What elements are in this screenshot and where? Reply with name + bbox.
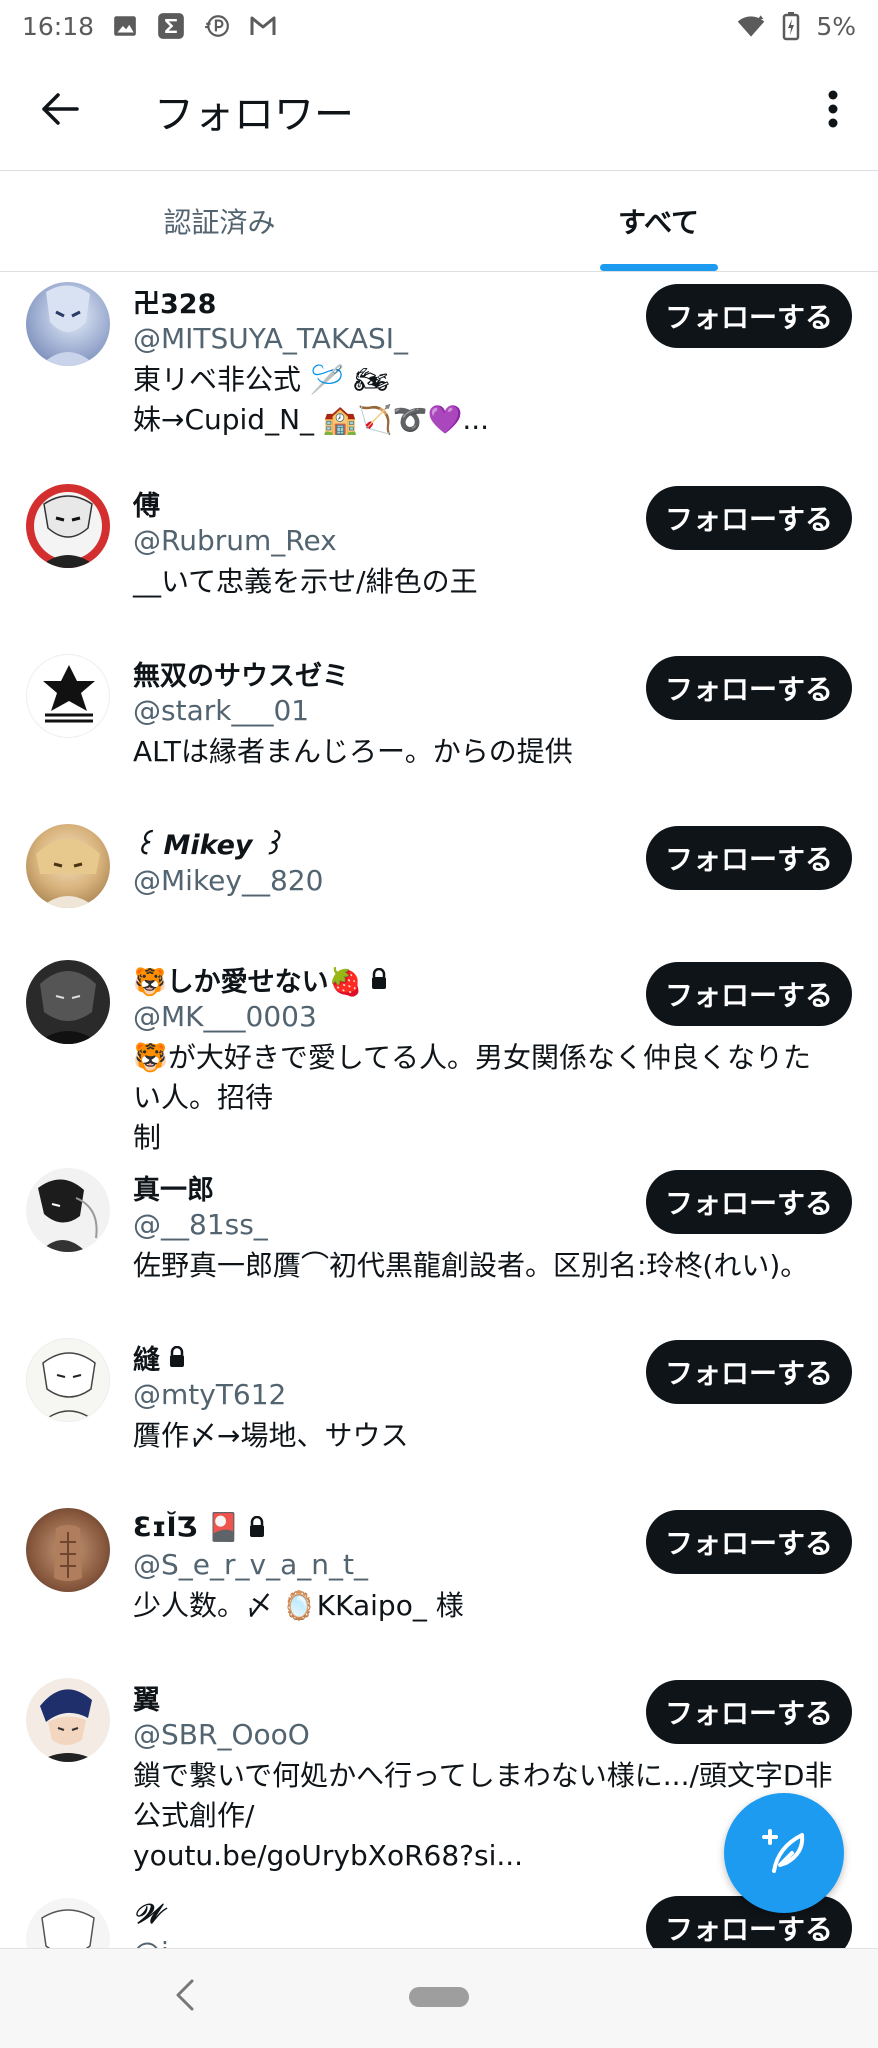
follow-button[interactable]: フォローする (646, 656, 852, 720)
user-bio-line: 贋作〆→場地、サウス (133, 1419, 409, 1452)
battery-percentage: 5% (816, 11, 856, 41)
display-name-text: 🐯しか愛せない🍓 (133, 966, 363, 998)
follow-button[interactable]: フォローする (646, 1170, 852, 1234)
system-back-button[interactable] (160, 1967, 210, 2027)
compose-feather-icon (756, 1823, 812, 1883)
more-options-button[interactable] (788, 52, 878, 170)
display-name-text: ƐɪĬƷ 🎴 (133, 1512, 241, 1543)
user-bio-line: 少人数。〆 🪞KKaipo_ 様 (133, 1589, 464, 1622)
follow-button[interactable]: フォローする (646, 826, 852, 890)
user-bio-line: 🐯が大好きで愛してる人。男女関係なく仲良くなりたい人。招待 (133, 1041, 812, 1114)
battery-charging-icon (776, 11, 806, 41)
active-tab-indicator (599, 264, 718, 271)
chevron-left-icon (174, 1978, 196, 2016)
tab-label: 認証済み (163, 206, 276, 239)
avatar[interactable] (26, 1678, 110, 1762)
follow-button[interactable]: フォローする (646, 1340, 852, 1404)
avatar[interactable] (26, 1338, 110, 1422)
follow-button[interactable]: フォローする (646, 1896, 852, 1948)
sigma-app-icon (156, 11, 186, 41)
page-title: フォロワー (154, 92, 354, 138)
lock-icon (370, 968, 388, 990)
system-nav-bar (0, 1948, 878, 2048)
avatar[interactable] (26, 824, 110, 908)
avatar[interactable] (26, 282, 110, 366)
follow-button[interactable]: フォローする (646, 962, 852, 1026)
avatar[interactable] (26, 960, 110, 1044)
arrow-left-icon (40, 91, 80, 131)
more-vertical-icon (827, 89, 839, 133)
tab-bar: 認証済み すべて (0, 171, 878, 271)
lock-icon (168, 1346, 186, 1368)
image-icon (110, 11, 140, 41)
follower-list[interactable]: 卍328 @MITSUYA_TAKASI_ 東リベ非公式 🪡 🏍 妹→Cupid… (0, 272, 878, 1948)
avatar[interactable] (26, 1168, 110, 1252)
user-bio-line: ALTは縁者まんじろー。からの提供 (133, 735, 573, 768)
display-name-text: 縫 (133, 1344, 160, 1376)
p-app-icon (202, 11, 232, 41)
tab-label: すべて (618, 206, 699, 239)
user-bio-line: __いて忠義を示せ/緋色の王 (133, 565, 478, 598)
compose-post-button[interactable] (724, 1793, 844, 1913)
status-time: 16:18 (22, 11, 95, 41)
follow-button[interactable]: フォローする (646, 486, 852, 550)
follow-button[interactable]: フォローする (646, 1510, 852, 1574)
status-bar: 16:18 5% (0, 0, 878, 52)
avatar[interactable] (26, 1898, 110, 1948)
lock-icon (248, 1516, 266, 1538)
user-bio-line: 制 (133, 1121, 162, 1154)
follow-button[interactable]: フォローする (646, 284, 852, 348)
tab-verified[interactable]: 認証済み (0, 171, 439, 271)
tab-all[interactable]: すべて (439, 171, 878, 271)
wifi-icon (736, 11, 766, 41)
avatar[interactable] (26, 654, 110, 738)
user-bio-line: 妹→Cupid_N_ 🏫🏹➰💜... (133, 403, 490, 436)
avatar[interactable] (26, 484, 110, 568)
user-bio-line: 東リベ非公式 🪡 🏍 (133, 363, 390, 396)
avatar[interactable] (26, 1508, 110, 1592)
user-bio-line: 鎖で繋いで何処かへ行ってしまわない様に.../頭文字D非公式創作/ (133, 1759, 833, 1832)
back-button[interactable] (0, 52, 120, 170)
app-bar: フォロワー (0, 52, 878, 170)
follow-button[interactable]: フォローする (646, 1680, 852, 1744)
user-bio-line: 佐野真一郎贋⌒初代黒龍創設者。区別名:玲柊(れい)。 (133, 1249, 809, 1282)
mail-icon (248, 11, 278, 41)
home-pill-icon[interactable] (409, 1987, 469, 2007)
